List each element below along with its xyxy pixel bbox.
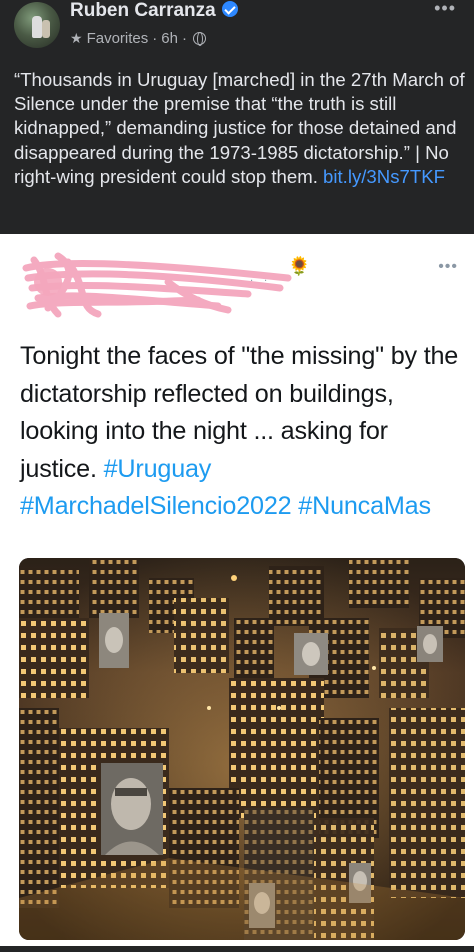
- post-link[interactable]: bit.ly/3Ns7TKF: [323, 166, 445, 187]
- hashtag-uruguay[interactable]: #Uruguay: [104, 455, 212, 483]
- author-name-row[interactable]: Ruben Carranza: [70, 0, 238, 22]
- tweet-more-options-icon: •••: [438, 258, 458, 275]
- audience-label[interactable]: Favorites: [87, 30, 149, 47]
- hashtag-marchadelsilencio[interactable]: #MarchadelSilencio2022: [20, 492, 292, 520]
- post-text: “Thousands in Uruguay [marched] in the 2…: [14, 68, 466, 189]
- sunflower-emoji-icon: 🌻: [288, 256, 311, 276]
- redacted-username-scribble: · ·: [22, 252, 292, 318]
- meta-separator: ·: [152, 30, 158, 47]
- avatar-child-figure: [42, 20, 50, 38]
- author-avatar[interactable]: [14, 2, 60, 48]
- globe-icon: [192, 32, 206, 46]
- facebook-post: Ruben Carranza ★ Favorites · 6h · ••• “T…: [0, 0, 474, 234]
- tweet-text: Tonight the faces of "the missing" by th…: [20, 338, 465, 526]
- bottom-divider: [0, 946, 474, 952]
- meta-separator-2: ·: [181, 30, 187, 47]
- tweet-photo[interactable]: [19, 558, 465, 940]
- verified-badge-icon: [221, 1, 238, 17]
- star-icon: ★: [70, 30, 83, 46]
- hashtag-nuncamas[interactable]: #NuncaMas: [298, 492, 431, 520]
- more-options-icon[interactable]: •••: [434, 0, 456, 19]
- shared-tweet-image: · · 🌻 ••• Tonight the faces of "the miss…: [0, 234, 474, 946]
- night-city-photo: [19, 558, 465, 940]
- tweet-body: Tonight the faces of "the missing" by th…: [20, 342, 459, 483]
- post-time[interactable]: 6h: [161, 30, 178, 47]
- post-meta: ★ Favorites · 6h ·: [70, 30, 206, 47]
- svg-text:·: ·: [250, 276, 253, 287]
- avatar-person-figure: [32, 16, 42, 38]
- author-name[interactable]: Ruben Carranza: [70, 0, 216, 21]
- svg-text:·: ·: [264, 276, 267, 287]
